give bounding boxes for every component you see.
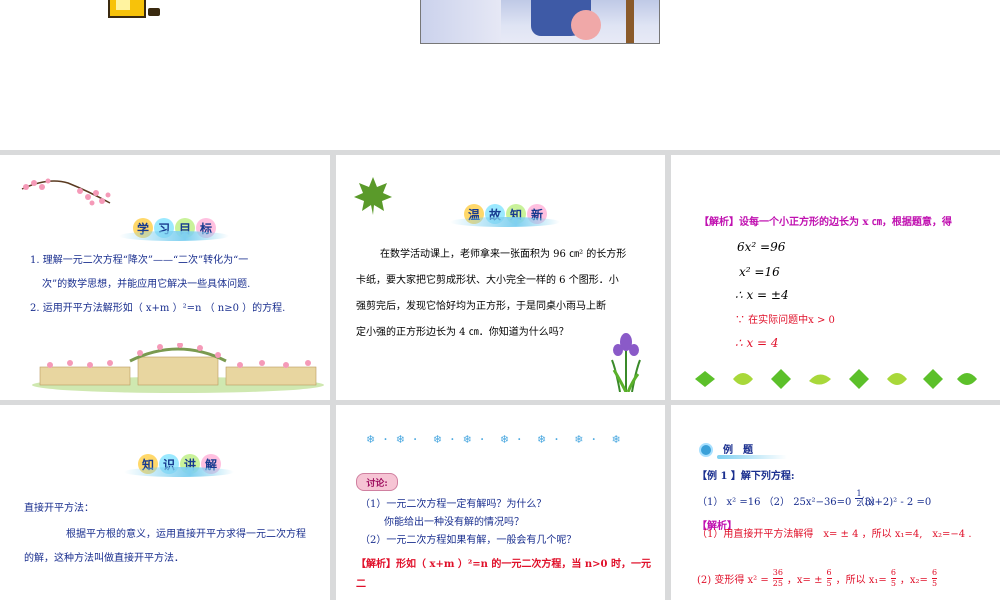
illustration-photo <box>420 0 660 44</box>
section-title-learning-goals: 学 习 目 标 <box>119 217 229 241</box>
goal-item-1: 1. 理解一元二次方程“降次”——“二次”转化为“一 <box>30 255 249 266</box>
fraction-numerator: 6 <box>931 567 938 577</box>
example-title: 【例 1 】解下列方程: <box>697 471 795 482</box>
slide-learning-goals[interactable]: 学 习 目 标 1. 理解一元二次方程“降次”——“二次”转化为“一 次”的数学… <box>0 155 330 400</box>
iris-flower-icon <box>611 333 641 392</box>
cartoon-figure-image <box>108 0 160 18</box>
fraction-denominator: 5 <box>931 577 938 588</box>
condition-line: ∵ 在实际问题中x > 0 <box>735 315 835 326</box>
knowledge-paragraph-1: 根据平方根的意义，运用直接开平方求得一元二次方程 <box>66 529 306 540</box>
fraction-one-half: 1 2 <box>855 489 863 508</box>
equation-3: ∴ x = ±4 <box>735 288 789 302</box>
discussion-question-1: （1）一元二次方程一定有解吗？为什么？ <box>360 499 547 510</box>
equation-1: 6x² =96 <box>737 240 786 254</box>
discussion-question-2: （2）一元二次方程如果有解，一般会有几个呢？ <box>360 535 577 546</box>
slide-knowledge[interactable]: 知 识 讲 解 直接开平方法： 根据平方根的意义，运用直接开平方求得一元二次方程… <box>0 405 330 600</box>
fraction-denominator: 5 <box>890 577 896 588</box>
section-title-knowledge: 知 识 讲 解 <box>124 453 234 477</box>
knowledge-subtitle: 直接开平方法： <box>24 503 94 514</box>
snowflake-row-decoration: ❄ ･ ❄ ･ ❄ ･ ❄ ･ ❄ ･ ❄ ･ ❄ ･ ❄ <box>366 433 623 446</box>
discussion-badge: 讨论: <box>356 473 398 491</box>
leaf-row-decoration <box>695 369 977 389</box>
goal-item-1-cont: 次”的数学思想，并能应用它解决一些具体问题. <box>42 279 251 290</box>
fraction-denominator: 2 <box>855 498 863 508</box>
slide-analysis[interactable]: 【解析】设每一个小正方形的边长为 x ㎝，根据题意，得 6x² =96 x² =… <box>671 155 1000 400</box>
blossom-branch-icon <box>21 178 111 206</box>
goal-item-2: 2. 运用开平方法解形如（ x+m ）²=n （ n≥0 ）的方程. <box>30 303 286 314</box>
review-line-3: 强剪完后，发现它恰好均为正方形，于是同桌小雨马上断 <box>356 301 606 312</box>
fraction-denominator: 25 <box>772 577 783 588</box>
equation-2: x² =16 <box>739 265 780 279</box>
solution-2-lead: (2) 变形得 x² = <box>697 574 769 586</box>
slide-example[interactable]: 例 题 【例 1 】解下列方程: （1） x² =16 （2） 25x²−36=… <box>671 405 1000 600</box>
solution-2-x2: ，x₂= <box>899 574 928 586</box>
equation-4: ∴ x = 4 <box>735 336 779 350</box>
discussion-question-1b: 你能给出一种没有解的情况吗？ <box>384 517 524 528</box>
review-line-4: 定小强的正方形边长为 4 ㎝．你知道为什么吗？ <box>356 327 569 338</box>
garden-fence-image <box>32 343 324 393</box>
fraction-numerator: 6 <box>826 567 832 577</box>
discussion-analysis: 【解析】形如（ x+m ）²=n 的一元二次方程，当 n>0 时，一元 <box>356 559 651 570</box>
discussion-analysis-cont: 二 <box>356 579 366 590</box>
fraction-numerator: 1 <box>856 489 862 498</box>
review-line-2: 卡纸，要大家把它剪成形状、大小完全一样的 6 个图形．小 <box>356 275 619 286</box>
solution-2-x: ，x= ± <box>786 574 823 586</box>
fraction-denominator: 5 <box>826 577 832 588</box>
slide-review[interactable]: 温 故 知 新 在数学活动课上，老师拿来一张面积为 96 ㎝² 的长方形 卡纸，… <box>336 155 665 400</box>
fraction-numerator: 36 <box>772 567 783 577</box>
example-tag: 例 题 <box>699 441 789 461</box>
section-title-review: 温 故 知 新 <box>450 203 560 227</box>
fraction-numerator: 6 <box>890 567 896 577</box>
analysis-heading: 【解析】设每一个小正方形的边长为 x ㎝，根据题意，得 <box>699 217 952 228</box>
maple-leaf-icon <box>354 177 392 215</box>
example-problem-3: (x+2)² - 2 =0 <box>865 497 932 508</box>
top-slide[interactable] <box>0 0 1000 150</box>
review-line-1: 在数学活动课上，老师拿来一张面积为 96 ㎝² 的长方形 <box>380 249 627 260</box>
example-problem: （1） x² =16 （2） 25x²−36=0 （3） <box>697 497 881 508</box>
example-tag-label: 例 题 <box>723 445 753 456</box>
knowledge-paragraph-2: 的解，这种方法叫做直接开平方法． <box>24 553 184 564</box>
example-solution-1: （1）用直接开平方法解得 x= ± 4 ，所以 x₁=4, x₂=−4 . <box>697 529 972 540</box>
example-solution-2: (2) 变形得 x² = 36 25 ，x= ± 6 5 ，所以 x₁= 6 5… <box>697 563 941 593</box>
slide-discussion[interactable]: ❄ ･ ❄ ･ ❄ ･ ❄ ･ ❄ ･ ❄ ･ ❄ ･ ❄ 讨论: （1）一元二… <box>336 405 665 600</box>
solution-2-x1: ，所以 x₁= <box>835 574 887 586</box>
